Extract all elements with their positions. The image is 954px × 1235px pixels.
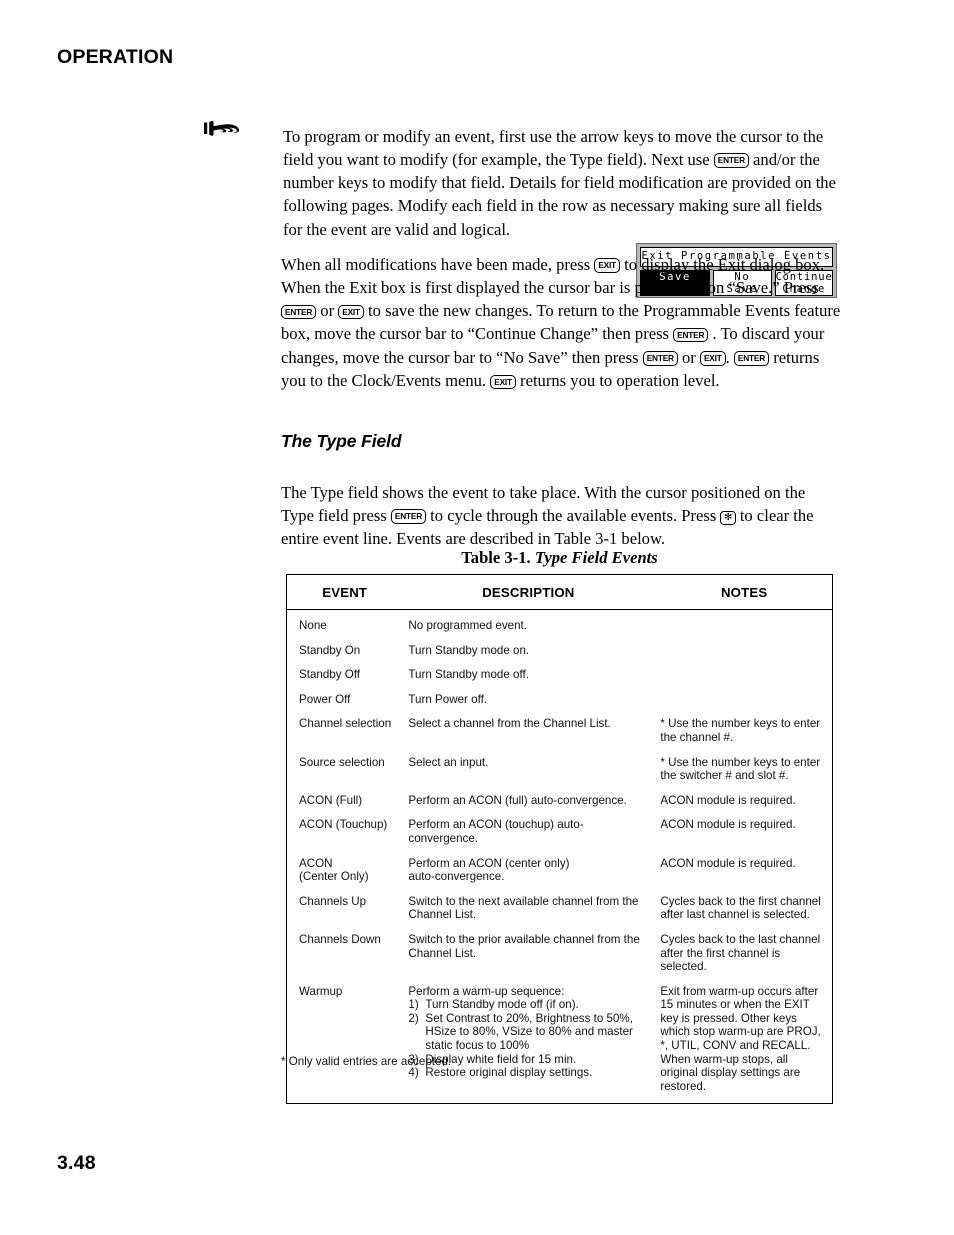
cell-event: Standby On — [299, 643, 361, 657]
cell-description: Perform an ACON (center only) auto-conver… — [408, 856, 570, 884]
exit-paragraph-text: When all modifications have been made, p… — [281, 253, 841, 393]
cell-description: Select a channel from the Channel List. — [408, 717, 611, 731]
cell-event: Channels Up — [299, 894, 367, 908]
cell-notes: ACON module is required. — [660, 818, 796, 832]
exit-text-6: or — [677, 347, 700, 367]
cell-description: No programmed event. — [408, 619, 527, 632]
table-row: Source selection Select an input. * Use th… — [287, 748, 832, 786]
type-field-events-table: EVENT DESCRIPTION NOTES None No programme… — [286, 574, 833, 1105]
enter-key-badge: ENTER — [713, 153, 749, 168]
cell-description: Perform an ACON (touchup) auto-convergen… — [408, 818, 584, 845]
table-caption-number: Table 3-1. — [461, 548, 535, 567]
cell-notes: ACON module is required. — [660, 793, 796, 807]
cell-description: Turn Standby mode off. — [408, 668, 529, 682]
cell-description: Switch to the next available channel fro… — [408, 894, 639, 922]
enter-key-badge: ENTER — [281, 304, 317, 320]
table-row: None No programmed event. — [287, 610, 832, 636]
cell-notes: * Use the number keys to enter the switc… — [660, 755, 821, 783]
exit-key-badge: EXIT — [338, 304, 364, 320]
warmup-step: 2) Set Contrast to 20%, Brightness to 50%… — [408, 1012, 646, 1053]
table-row: Standby On Turn Standby mode on. — [287, 636, 832, 661]
table-caption: Table 3-1. Type Field Events — [286, 548, 833, 568]
cell-notes: ACON module is required. — [660, 856, 796, 870]
cell-description: Switch to the prior available channel fr… — [408, 932, 640, 960]
warmup-step-text: Display white field for 15 min. — [425, 1052, 577, 1066]
page-header: OPERATION — [57, 44, 841, 74]
pointing-hand-icon — [203, 116, 243, 142]
cell-notes: Exit from warm-up occurs after 15 minute… — [660, 984, 821, 1093]
cell-event: ACON (Center Only) — [299, 856, 369, 884]
cell-notes — [656, 660, 832, 685]
cell-event: Channel selection — [299, 717, 392, 731]
table-row: Channels Up Switch to the next available … — [287, 887, 832, 925]
column-header-description: DESCRIPTION — [400, 575, 657, 610]
cell-description: Perform a warm-up sequence: 1) Turn Standb… — [400, 977, 656, 1104]
table-row: Standby Off Turn Standby mode off. — [287, 660, 832, 685]
cell-event: ACON (Full) — [299, 793, 363, 807]
cell-event: None — [299, 619, 327, 632]
column-header-event: EVENT — [287, 575, 401, 610]
enter-key-badge: ENTER — [642, 351, 678, 366]
exit-text-3: or — [316, 301, 339, 321]
asterisk-key-badge: ✻ — [720, 511, 736, 526]
enter-key-badge: ENTER — [390, 509, 427, 524]
warmup-step-text: Turn Standby mode off (if on). — [425, 998, 579, 1012]
table-body: None No programmed event. Standby On Turn S… — [287, 610, 832, 1104]
note-paragraph: To program or modify an event, first use… — [283, 125, 843, 241]
cell-description: Turn Standby mode on. — [408, 643, 530, 657]
table-row: ACON (Center Only) Perform an ACON (cente… — [287, 849, 832, 887]
cell-event: Warmup — [299, 984, 343, 998]
exit-text-9: returns you to operation level. — [515, 371, 720, 391]
cell-description: Select an input. — [408, 755, 489, 769]
exit-key-badge: EXIT — [490, 374, 516, 390]
table-row: ACON (Touchup) Perform an ACON (touchup) … — [287, 810, 832, 848]
cell-notes: * Use the number keys to enter the chann… — [660, 717, 821, 744]
table-row: Channel selection Select a channel from t… — [287, 709, 832, 747]
table-row-warmup: Warmup Perform a warm-up sequence: 1) Turn … — [287, 977, 832, 1104]
section-heading-type-field: The Type Field — [281, 431, 402, 451]
warmup-step-text: Restore original display settings. — [425, 1066, 593, 1080]
cell-notes: Cycles back to the last channel after th… — [660, 932, 821, 974]
column-header-notes: NOTES — [656, 575, 832, 610]
exit-text-1: When all modifications have been made, p… — [281, 254, 595, 274]
table-caption-title: Type Field Events — [534, 548, 658, 567]
exit-key-badge: EXIT — [699, 351, 726, 366]
type-field-paragraph-text: The Type field shows the event to take p… — [281, 481, 841, 551]
enter-key-badge: ENTER — [733, 351, 770, 366]
cell-notes — [656, 685, 832, 710]
table-row: Power Off Turn Power off. — [287, 685, 832, 710]
cell-event: Standby Off — [299, 668, 361, 682]
exit-text-7: . — [725, 347, 734, 367]
warmup-step-text: Set Contrast to 20%, Brightness to 50%, … — [425, 1011, 633, 1053]
cell-notes — [656, 636, 832, 661]
exit-dialog-paragraph: When all modifications have been made, p… — [281, 236, 841, 409]
table-footnote: * Only valid entries are accepted. — [281, 1055, 452, 1068]
warmup-step: 1) Turn Standby mode off (if on). — [408, 998, 646, 1012]
page-title: OPERATION — [57, 46, 174, 69]
enter-key-badge: ENTER — [673, 327, 709, 343]
table-row: Channels Down Switch to the prior availab… — [287, 925, 832, 977]
cell-notes: Cycles back to the first channel after l… — [660, 894, 821, 922]
warmup-intro: Perform a warm-up sequence: — [408, 984, 565, 998]
cell-description: Turn Power off. — [408, 692, 488, 706]
cell-notes — [656, 610, 832, 636]
cell-event: ACON (Touchup) — [299, 818, 388, 832]
cell-event: Source selection — [299, 755, 385, 769]
page-number: 3.48 — [57, 1152, 96, 1174]
warmup-step-number: 1) — [408, 998, 419, 1012]
cell-event: Power Off — [299, 692, 351, 706]
exit-key-badge: EXIT — [594, 258, 620, 273]
table-row: ACON (Full) Perform an ACON (full) auto-c… — [287, 786, 832, 811]
type-text-2: to cycle through the available events. P… — [426, 505, 721, 525]
cell-description: Perform an ACON (full) auto-convergence. — [408, 793, 627, 807]
warmup-step-number: 2) — [408, 1011, 419, 1025]
cell-event: Channels Down — [299, 932, 381, 946]
table-header-row: EVENT DESCRIPTION NOTES — [287, 575, 832, 610]
